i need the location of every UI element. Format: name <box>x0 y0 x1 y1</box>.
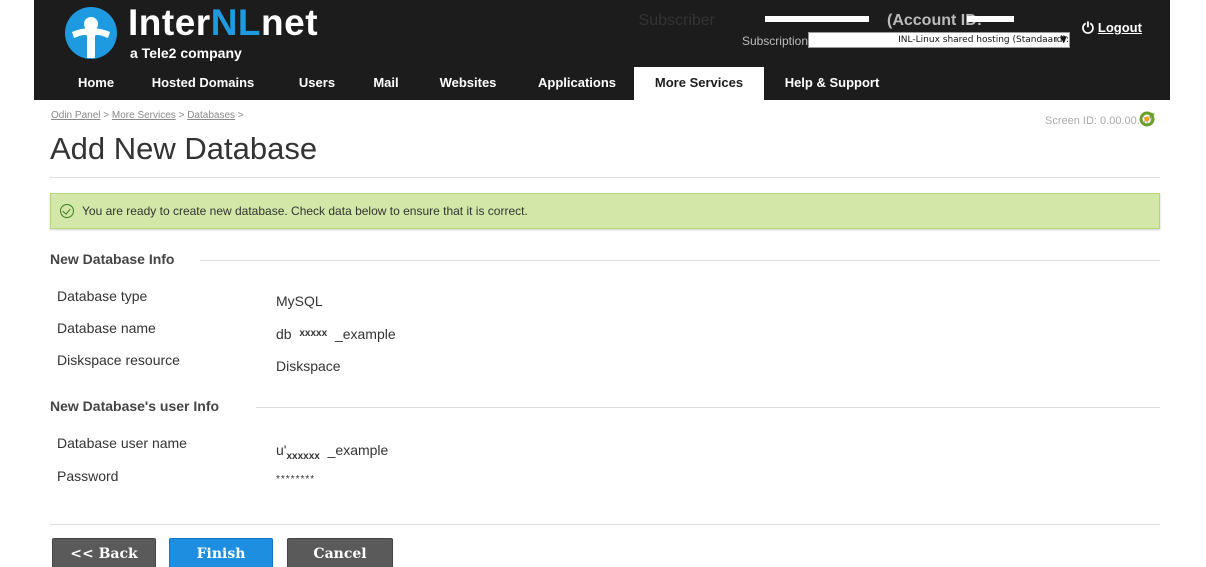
nav-applications[interactable]: Applications <box>528 67 626 100</box>
internlnet-logo[interactable]: InterNLnet a Tele2 company <box>60 2 360 62</box>
alert-message: You are ready to create new database. Ch… <box>82 204 528 218</box>
field-label-diskspace-resource: Diskspace resource <box>57 352 180 368</box>
field-label-database-type: Database type <box>57 288 148 304</box>
breadcrumb-separator: > <box>178 110 185 121</box>
subscription-select[interactable]: INL-Linux shared hosting (Standaard): ı … <box>808 32 1070 48</box>
section-title-database-info: New Database Info <box>50 251 183 267</box>
logout-link[interactable]: ⏻ Logout <box>1082 20 1142 37</box>
breadcrumb-separator: > <box>237 110 244 121</box>
brand-tagline: a Tele2 company <box>130 45 242 61</box>
nav-help-support[interactable]: Help & Support <box>774 67 890 100</box>
screen-id: Screen ID: 0.00.00.00 <box>1045 115 1153 127</box>
field-value-database-name: db xxxxx _example <box>276 326 396 342</box>
field-value-database-type: MySQL <box>276 293 323 309</box>
nav-more-services[interactable]: More Services <box>634 67 764 100</box>
section-divider <box>200 260 1160 261</box>
breadcrumb: Odin Panel > More Services > Databases > <box>51 110 244 121</box>
field-value-diskspace-resource: Diskspace <box>276 358 341 374</box>
logout-label: Logout <box>1097 20 1142 35</box>
user-name-prefix: u' <box>276 442 287 458</box>
select-arrow-icon: ı ▼ <box>1054 35 1067 45</box>
user-name-suffix: _example <box>327 442 389 458</box>
breadcrumb-more-services[interactable]: More Services <box>112 110 176 121</box>
nav-hosted-domains[interactable]: Hosted Domains <box>138 67 268 100</box>
subscription-label: Subscription <box>741 34 808 48</box>
subscriber-redacted <box>765 16 869 22</box>
breadcrumb-databases[interactable]: Databases <box>187 110 235 121</box>
nav-home[interactable]: Home <box>66 67 126 100</box>
field-label-database-user-name: Database user name <box>57 435 187 451</box>
subscription-select-value: INL-Linux shared hosting (Standaard): <box>898 35 1069 45</box>
finish-button[interactable]: Finish <box>169 538 273 567</box>
database-name-suffix: _example <box>334 326 396 342</box>
field-label-database-name: Database name <box>57 320 156 336</box>
success-alert: You are ready to create new database. Ch… <box>50 193 1160 229</box>
header-bar: InterNLnet a Tele2 company Subscriber (A… <box>34 0 1170 100</box>
nav-websites[interactable]: Websites <box>430 67 506 100</box>
logo-person-icon <box>65 7 117 59</box>
title-divider <box>50 177 1160 178</box>
footer-divider <box>50 524 1160 525</box>
nav-mail[interactable]: Mail <box>364 67 408 100</box>
check-circle-icon <box>60 204 74 218</box>
refresh-icon[interactable] <box>1138 110 1156 128</box>
breadcrumb-separator: > <box>103 110 110 121</box>
cancel-button[interactable]: Cancel <box>287 538 393 567</box>
section-title-user-info: New Database's user Info <box>50 398 228 414</box>
main-nav: Home Hosted Domains Users Mail Websites … <box>34 67 1170 100</box>
field-label-password: Password <box>57 468 119 484</box>
database-name-prefix: db <box>276 326 292 342</box>
account-id-redacted <box>967 16 1014 22</box>
back-button[interactable]: << Back <box>52 538 156 567</box>
power-icon: ⏻ <box>1082 20 1094 37</box>
subscriber-label: Subscriber <box>638 12 715 29</box>
database-name-masked: xxxxx <box>299 328 328 339</box>
nav-users[interactable]: Users <box>290 67 344 100</box>
brand-name: InterNLnet <box>128 2 319 43</box>
section-divider <box>256 407 1160 408</box>
user-name-masked: xxxxxx <box>286 451 320 462</box>
field-value-database-user-name: u'xxxxxx _example <box>276 442 388 462</box>
breadcrumb-odin-panel[interactable]: Odin Panel <box>51 110 100 121</box>
page-title: Add New Database <box>50 131 318 166</box>
field-value-password: ******** <box>276 474 316 485</box>
